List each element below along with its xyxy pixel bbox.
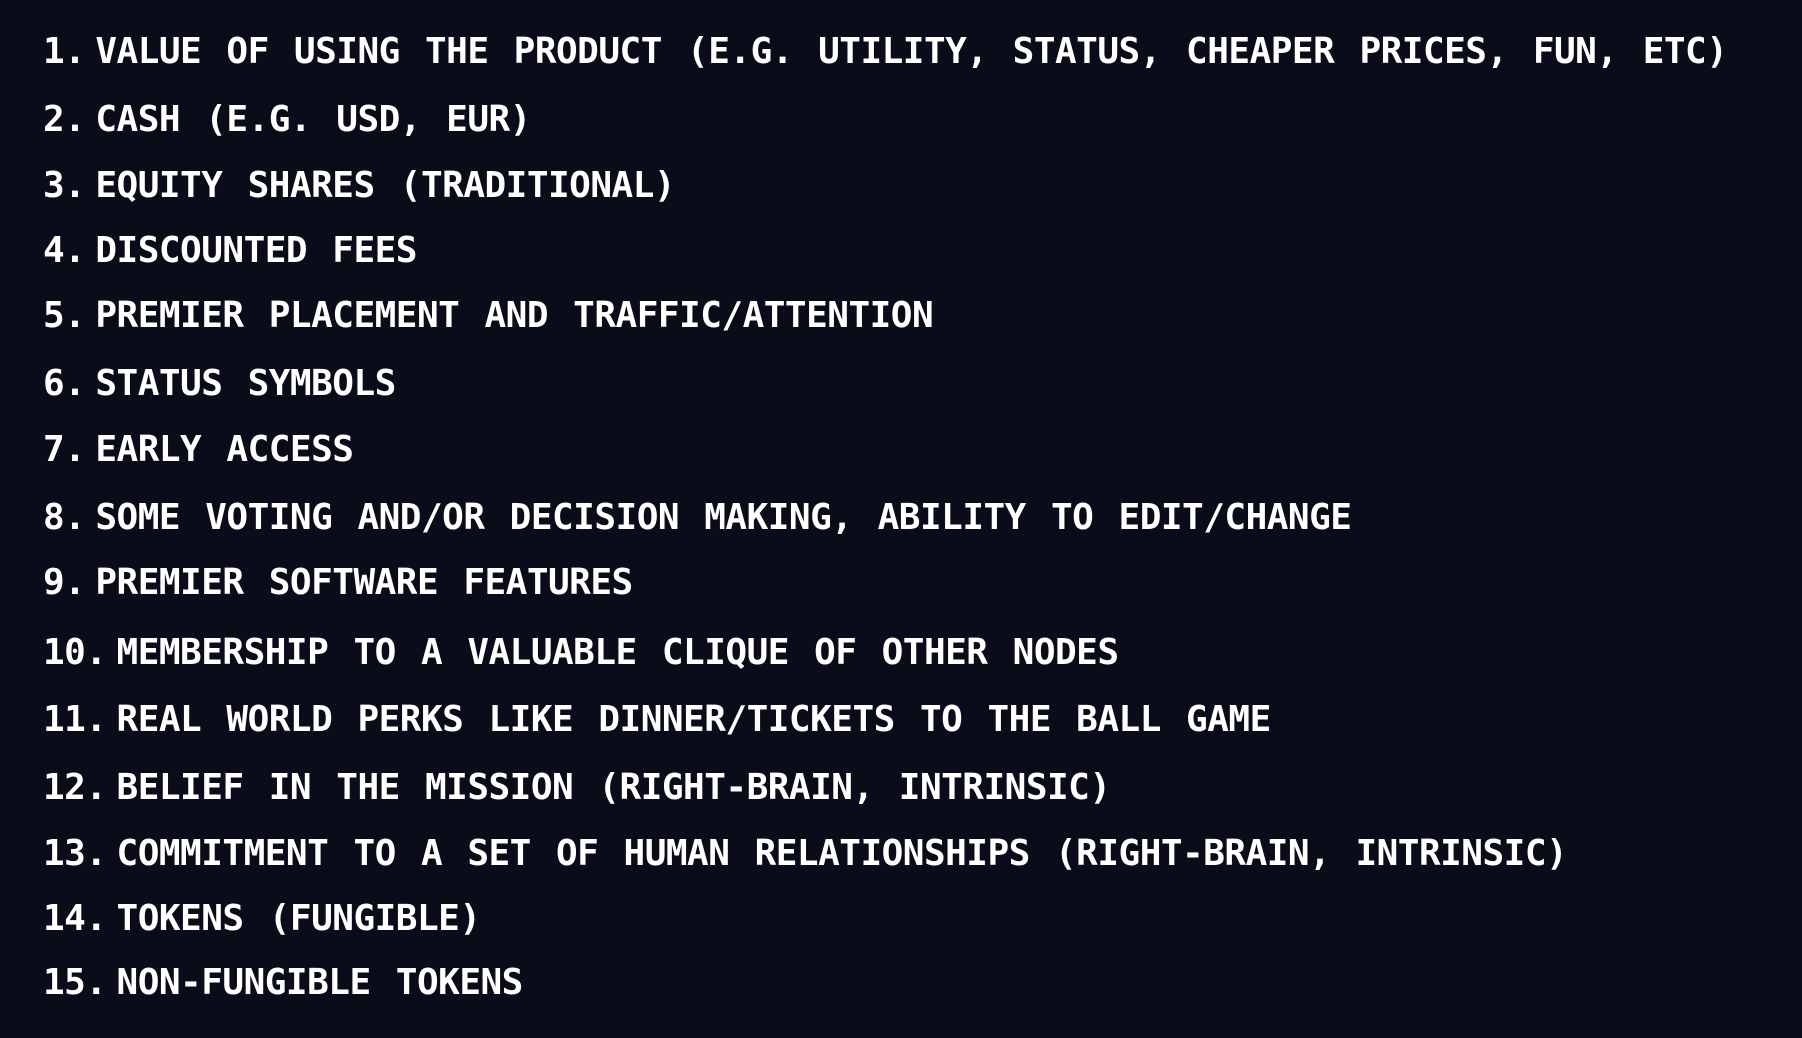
list-item-number: 15. <box>43 962 107 1003</box>
list-item-number: 10. <box>43 632 107 673</box>
list-item-text: STATUS SYMBOLS <box>95 363 396 404</box>
list-item-text: COMMITMENT TO A SET OF HUMAN RELATIONSHI… <box>116 833 1568 874</box>
list-item-text: MEMBERSHIP TO A VALUABLE CLIQUE OF OTHER… <box>116 632 1120 673</box>
list-item-number: 9. <box>43 562 86 603</box>
list-item: 6. STATUS SYMBOLS <box>43 359 396 409</box>
list-item: 13. COMMITMENT TO A SET OF HUMAN RELATION… <box>43 829 1568 879</box>
list-item: 4. DISCOUNTED FEES <box>43 226 417 276</box>
list-item: 5. PREMIER PLACEMENT AND TRAFFIC/ATTENTIO… <box>43 291 934 341</box>
list-item-text: NON-FUNGIBLE TOKENS <box>116 962 524 1003</box>
list-item: 11. REAL WORLD PERKS LIKE DINNER/TICKETS … <box>43 695 1271 745</box>
list-item: 3. EQUITY SHARES (TRADITIONAL) <box>43 161 676 211</box>
list-item-number: 1. <box>43 31 86 72</box>
list-item-number: 8. <box>43 497 86 538</box>
list-item-number: 6. <box>43 363 86 404</box>
list-item-text: DISCOUNTED FEES <box>95 230 417 271</box>
list-item: 15. NON-FUNGIBLE TOKENS <box>43 958 523 1008</box>
list-item-text: TOKENS (FUNGIBLE) <box>116 898 481 939</box>
list-item: 2. CASH (E.G. USD, EUR) <box>43 95 531 145</box>
list-item: 1. VALUE OF USING THE PRODUCT (E.G. UTILI… <box>43 27 1728 77</box>
list-item: 14. TOKENS (FUNGIBLE) <box>43 894 481 944</box>
list-item-number: 3. <box>43 165 86 206</box>
page: 1. VALUE OF USING THE PRODUCT (E.G. UTILI… <box>0 0 1802 1038</box>
list-item-number: 12. <box>43 767 107 808</box>
list-item-number: 7. <box>43 429 86 470</box>
list-item-text: PREMIER SOFTWARE FEATURES <box>95 562 633 603</box>
list-item-number: 11. <box>43 699 107 740</box>
list-item-text: REAL WORLD PERKS LIKE DINNER/TICKETS TO … <box>116 699 1272 740</box>
list-item-number: 5. <box>43 295 86 336</box>
list-item: 9. PREMIER SOFTWARE FEATURES <box>43 558 633 608</box>
list-item: 12. BELIEF IN THE MISSION (RIGHT-BRAIN, I… <box>43 763 1111 813</box>
list-item-text: EARLY ACCESS <box>95 429 354 470</box>
list-item-text: BELIEF IN THE MISSION (RIGHT-BRAIN, INTR… <box>116 767 1112 808</box>
list-item-text: PREMIER PLACEMENT AND TRAFFIC/ATTENTION <box>95 295 934 336</box>
list-item: 10. MEMBERSHIP TO A VALUABLE CLIQUE OF OT… <box>43 628 1119 678</box>
list-item-number: 2. <box>43 99 86 140</box>
list-item-number: 4. <box>43 230 86 271</box>
numbered-list: 1. VALUE OF USING THE PRODUCT (E.G. UTILI… <box>0 0 1802 1038</box>
list-item-text: VALUE OF USING THE PRODUCT (E.G. UTILITY… <box>95 31 1728 72</box>
list-item-number: 14. <box>43 898 107 939</box>
list-item: 7. EARLY ACCESS <box>43 425 354 475</box>
list-item-text: SOME VOTING AND/OR DECISION MAKING, ABIL… <box>95 497 1352 538</box>
list-item: 8. SOME VOTING AND/OR DECISION MAKING, AB… <box>43 493 1352 543</box>
list-item-text: EQUITY SHARES (TRADITIONAL) <box>95 165 676 206</box>
list-item-number: 13. <box>43 833 107 874</box>
list-item-text: CASH (E.G. USD, EUR) <box>95 99 531 140</box>
